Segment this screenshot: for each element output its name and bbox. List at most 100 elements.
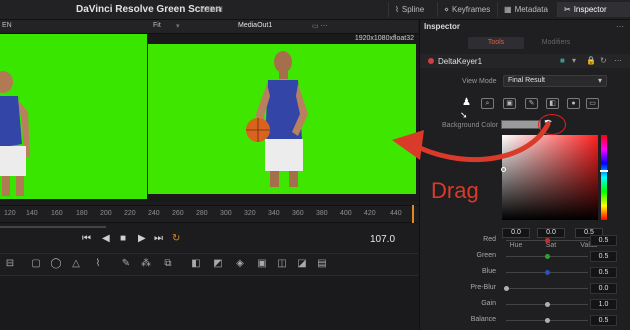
inspector-icon: ✂ [564,5,571,14]
tab-modifiers[interactable]: Modifiers [528,37,584,49]
viewer-output-name: MediaOut1 [238,22,273,29]
hue-strip[interactable] [601,135,607,220]
viewer-left[interactable] [0,34,147,202]
param-label: Balance [470,316,496,323]
viewer-options-icon[interactable]: ▭ ⋯ [312,22,328,30]
prematte-tab-icon[interactable]: ⌕ [481,98,494,109]
param-value[interactable]: 0.5 [590,315,617,326]
node-color-icon[interactable]: ■ [560,56,565,65]
tab-tools[interactable]: Tools [468,37,524,49]
param-value[interactable]: 0.5 [590,267,617,278]
param-label: Pre-Blur [470,284,496,291]
param-value[interactable]: 0.0 [590,283,617,294]
ruler-tick: 340 [268,210,280,217]
more-options-icon[interactable]: ⋯ [616,22,624,31]
image-plane-icon[interactable]: ▤ [316,258,328,270]
dropdown-icon[interactable]: ▾ [572,56,576,65]
matte-tab-icon[interactable]: ▣ [503,98,516,109]
fine-matte-tab-icon[interactable]: ✎ [525,98,538,109]
param-label: Green [476,252,496,259]
time-ruler[interactable]: 120 140 160 180 200 220 240 260 280 300 … [0,205,418,223]
param-row-blue: Blue 0.5 [420,266,630,280]
go-to-end-icon[interactable]: ⏭ [154,233,163,244]
param-label: Gain [481,300,496,307]
bspline-mask-icon[interactable]: ⌇ [92,258,104,270]
key-tab-icon[interactable]: ♟ [460,98,473,109]
reset-icon[interactable]: ↻ [600,56,607,65]
ellipse-mask-icon[interactable]: ◯ [50,258,62,270]
loop-icon[interactable]: ↻ [172,233,180,244]
playhead[interactable] [412,205,414,223]
resolution-label: 1920x1080xfloat32 [354,35,414,42]
stop-icon[interactable]: ■ [120,233,126,244]
node-toolbar: ⊟ ▢ ◯ △ ⌇ ✎ ⁂ ⧉ ◧ ◩ ◈ ▣ ◫ ◪ ▤ [0,253,418,275]
camera3d-icon[interactable]: ▣ [256,258,268,270]
go-to-start-icon[interactable]: ⏮ [82,233,91,244]
keyframes-label: Keyframes [452,5,491,14]
metadata-label: Metadata [514,5,548,14]
spline-button[interactable]: ⌇ Spline [388,2,430,17]
slider-handle[interactable] [544,318,550,323]
slider-handle[interactable] [503,286,509,291]
inspector-button[interactable]: ✂ Inspector [557,2,630,17]
ruler-tick: 220 [124,210,136,217]
metadata-icon: ▦ [504,5,512,14]
inspector-title: Inspector [424,22,461,31]
ruler-tick: 260 [172,210,184,217]
node-enable-toggle[interactable] [428,58,434,64]
edited-status: Edited [200,5,223,14]
shape3d-icon[interactable]: ◧ [190,258,202,270]
keyframes-button[interactable]: ⋄ Keyframes [437,2,496,17]
param-value[interactable]: 0.5 [590,235,617,246]
ruler-tick: 280 [196,210,208,217]
ruler-tick: 360 [292,210,304,217]
slider-handle[interactable] [544,270,550,275]
hue-marker[interactable] [600,170,608,172]
spline-label: Spline [401,5,425,14]
view-mode-label: View Mode [462,78,497,85]
green-screen-frame-right [148,44,416,194]
slider-handle[interactable] [544,254,550,259]
param-row-pre-blur: Pre-Blur 0.0 [420,282,630,296]
text3d-icon[interactable]: ◩ [212,258,224,270]
param-list: Red 0.5 Green 0.5 Blue 0.5 Pre-Blur 0.0 … [420,234,630,330]
node-header[interactable]: DeltaKeyer1 ■ ▾ 🔒 ↻ ⋯ [420,54,630,68]
play-reverse-icon[interactable]: ◀ [102,233,110,244]
slider-handle[interactable] [544,238,550,243]
chevron-down-icon[interactable]: ▾ [176,22,180,30]
player-figure-left [0,71,30,196]
merge3d-icon[interactable]: ◈ [234,258,246,270]
rectangle-mask-icon[interactable]: ▢ [30,258,42,270]
light3d-icon[interactable]: ◫ [276,258,288,270]
lock-icon[interactable]: 🔒 [586,56,596,65]
spline-icon: ⌇ [395,5,399,14]
slider-handle[interactable] [544,302,550,307]
transport-controls: ⏮ ◀ ■ ▶ ⏭ ↻ 107.0 [0,232,418,250]
menu-icon[interactable]: ⋯ [614,56,622,65]
fit-dropdown[interactable]: Fit [153,22,161,29]
view-toggle-icon[interactable]: ⊟ [4,258,16,270]
image-tab-icon[interactable]: ◧ [546,98,559,109]
paint-icon[interactable]: ✎ [120,258,132,270]
mask-tab-icon[interactable]: ● [567,98,580,109]
param-value[interactable]: 1.0 [590,299,617,310]
inspector-label: Inspector [573,5,607,14]
ruler-tick: 240 [148,210,160,217]
metadata-button[interactable]: ▦ Metadata [497,2,554,17]
node-editor[interactable] [0,275,418,330]
view-mode-select[interactable]: Final Result ▾ [503,75,607,87]
viewer-header: EN Fit ▾ MediaOut1 ▭ ⋯ [0,20,418,34]
timecode[interactable]: 107.0 [370,234,395,245]
timeline-range-bar[interactable] [0,226,106,228]
param-row-red: Red 0.5 [420,234,630,248]
title-bar: DaVinci Resolve Green Screen Edited ⌇ Sp… [0,0,630,20]
polygon-mask-icon[interactable]: △ [70,258,82,270]
slider-track[interactable] [506,288,588,289]
settings-tab-icon[interactable]: ▭ [586,98,599,109]
param-value[interactable]: 0.5 [590,251,617,262]
renderer3d-icon[interactable]: ◪ [296,258,308,270]
merge-icon[interactable]: ⧉ [162,258,174,270]
play-icon[interactable]: ▶ [138,233,146,244]
particles-icon[interactable]: ⁂ [140,258,152,270]
viewer-right[interactable]: 1920x1080xfloat32 [148,34,418,202]
